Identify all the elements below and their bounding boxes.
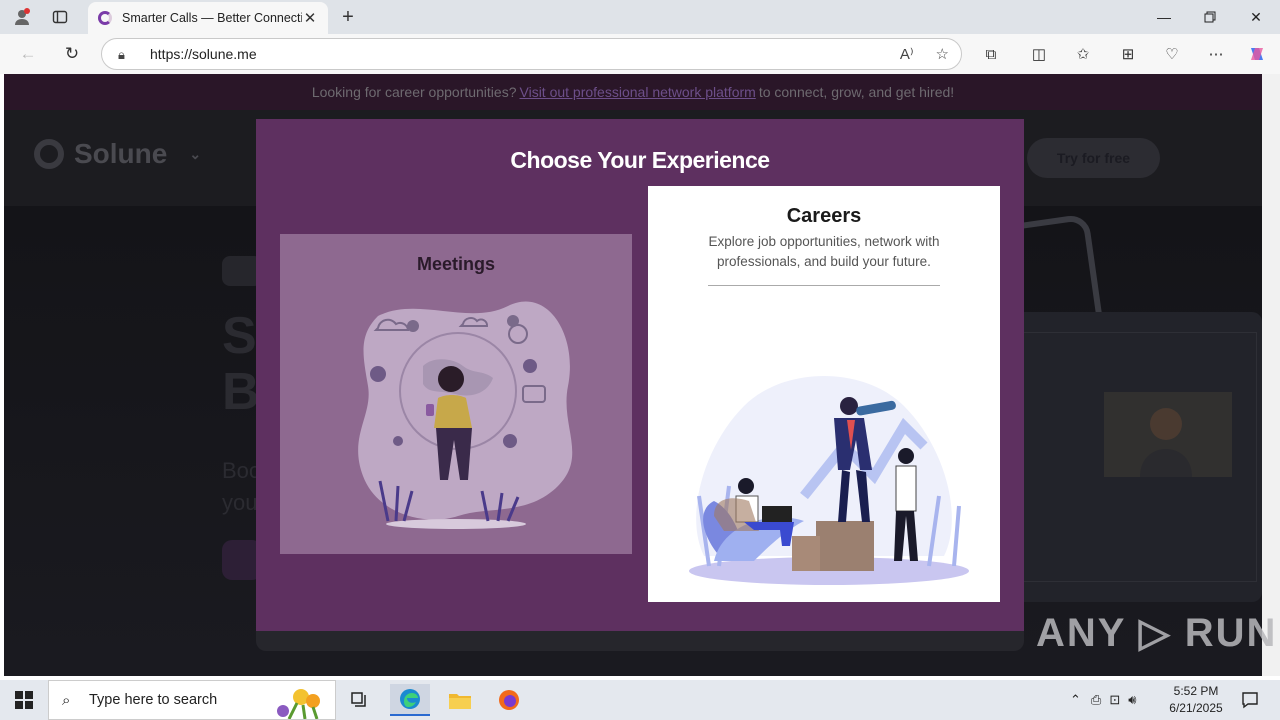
careers-card-title: Careers	[786, 205, 862, 227]
clock-date: 6/21/2025	[1169, 701, 1223, 715]
modal-shadow	[256, 631, 1024, 651]
notifications-icon[interactable]	[1230, 684, 1270, 716]
collections-icon[interactable]: ⊞	[1116, 43, 1140, 65]
laptop-mockup	[1014, 312, 1262, 602]
banner-text-prefix: Looking for career opportunities?	[311, 84, 517, 100]
favorite-star-icon[interactable]: ☆	[936, 45, 949, 63]
taskbar-search-placeholder: Type here to search	[89, 692, 218, 708]
experience-modal: Choose Your Experience Meetings Careers …	[256, 119, 1024, 631]
meetings-illustration	[358, 301, 573, 529]
network-icon[interactable]: ⊡	[1109, 692, 1120, 708]
windows-logo-icon	[15, 691, 33, 709]
profile-icon[interactable]	[10, 6, 34, 28]
banner-link[interactable]: Visit out professional network platform	[520, 84, 756, 100]
career-banner: Looking for career opportunities? Visit …	[4, 74, 1262, 110]
hero-sub-line2: you	[222, 490, 258, 515]
address-bar[interactable]: 🔒︎ https://solune.me A⁾ ☆	[101, 38, 962, 70]
careers-illustration	[689, 376, 969, 585]
firefox-icon[interactable]	[489, 684, 529, 716]
search-icon: ⌕	[62, 692, 71, 709]
modal-title: Choose Your Experience	[510, 147, 770, 173]
favorites-icon[interactable]: ✩	[1071, 43, 1095, 65]
show-hidden-icons-icon[interactable]: ⌃	[1070, 692, 1081, 708]
more-menu-icon[interactable]: ⋯	[1204, 43, 1228, 65]
start-button[interactable]	[0, 680, 48, 720]
taskbar-clock[interactable]: 5:52 PM 6/21/2025	[1160, 683, 1232, 717]
site-logo[interactable]: Solune ⌄	[34, 138, 201, 170]
restore-icon[interactable]	[1187, 0, 1233, 34]
tab-actions-icon[interactable]	[48, 6, 72, 28]
site-favicon-icon	[98, 11, 112, 25]
refresh-icon[interactable]: ↻	[58, 42, 86, 66]
task-view-icon[interactable]	[340, 684, 380, 716]
logo-mark-icon	[34, 139, 64, 169]
page-scrollbar[interactable]	[1262, 74, 1280, 676]
browser-chrome: Smarter Calls — Better Connectio ✕ + — ✕…	[0, 0, 1280, 74]
file-explorer-icon[interactable]	[440, 684, 480, 716]
search-decoration-icon	[277, 689, 320, 719]
volume-icon[interactable]: 🔊︎	[1128, 692, 1136, 708]
web-page: Looking for career opportunities? Visit …	[4, 74, 1262, 676]
close-window-icon[interactable]: ✕	[1233, 0, 1279, 34]
clock-time: 5:52 PM	[1173, 684, 1219, 698]
browser-tab[interactable]: Smarter Calls — Better Connectio ✕	[88, 2, 328, 34]
hero-heading-line1: S	[222, 307, 257, 365]
meetings-card[interactable]: Meetings	[280, 234, 632, 554]
try-for-free-button[interactable]: Try for free	[1027, 138, 1160, 178]
extensions-icon[interactable]: ⧉	[979, 43, 1003, 65]
lock-icon[interactable]: 🔒︎	[118, 47, 132, 62]
read-aloud-icon[interactable]: A⁾	[900, 45, 914, 63]
careers-card[interactable]: Careers Explore job opportunities, netwo…	[648, 186, 1000, 602]
back-icon[interactable]: ←	[14, 42, 42, 66]
taskbar-search[interactable]: ⌕ Type here to search	[48, 680, 336, 720]
url-text: https://solune.me	[150, 46, 257, 62]
logo-text: Solune	[74, 138, 168, 169]
banner-text-suffix: to connect, grow, and get hired!	[758, 84, 955, 100]
hero-heading-line2: B	[222, 363, 260, 421]
laptop-screen	[1019, 332, 1257, 582]
device-icon[interactable]: ⎙	[1091, 692, 1101, 708]
browser-essentials-icon[interactable]: ♡	[1160, 43, 1184, 65]
chevron-down-icon[interactable]: ⌄	[189, 146, 201, 163]
anyrun-watermark: ANY ▷ RUN	[1036, 611, 1278, 655]
system-tray: ⌃ ⎙ ⊡ 🔊︎	[1070, 680, 1136, 720]
careers-divider	[708, 285, 940, 286]
careers-card-description: Explore job opportunities, network with …	[708, 234, 940, 269]
copilot-icon[interactable]	[1245, 43, 1269, 65]
edge-taskbar-icon[interactable]	[390, 684, 430, 716]
tab-title: Smarter Calls — Better Connectio	[122, 11, 302, 25]
close-tab-icon[interactable]: ✕	[302, 9, 318, 27]
new-tab-icon[interactable]: +	[336, 6, 360, 28]
split-screen-icon[interactable]: ◫	[1027, 43, 1051, 65]
windows-taskbar: ⌕ Type here to search ⌃ ⎙ ⊡ 🔊︎ 5:52 PM 6…	[0, 680, 1280, 720]
tab-strip: Smarter Calls — Better Connectio ✕ + — ✕	[0, 0, 1280, 34]
meetings-card-title: Meetings	[416, 254, 495, 274]
address-row: ← ↻ 🔒︎ https://solune.me A⁾ ☆ ⧉ ◫ ✩ ⊞ ♡ …	[0, 34, 1280, 74]
minimize-icon[interactable]: —	[1141, 0, 1187, 34]
